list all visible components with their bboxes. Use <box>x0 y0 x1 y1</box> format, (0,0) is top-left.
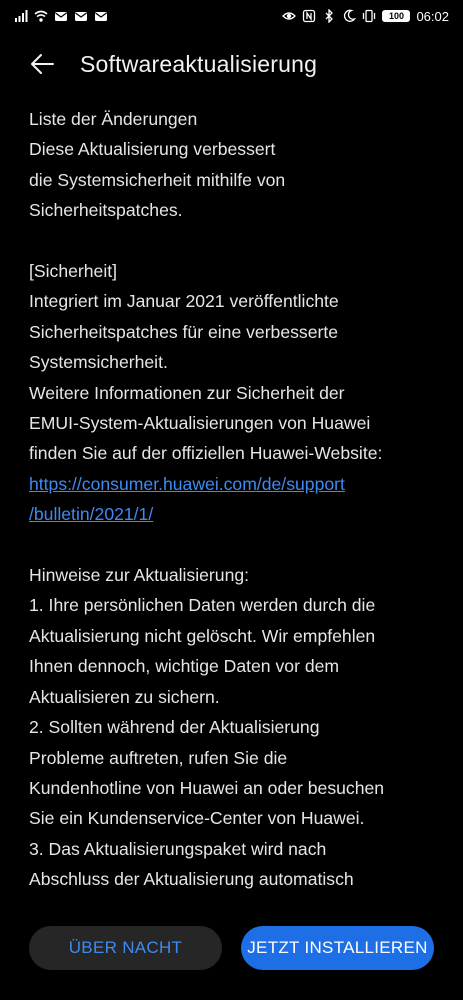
page-title: Softwareaktualisierung <box>80 50 318 77</box>
signal-icon <box>14 9 28 23</box>
intro-line: die Systemsicherheit mithilfe von <box>29 169 286 190</box>
mail-icon <box>94 9 108 23</box>
notes-line: Kundenhotline von Huawei an oder besuche… <box>29 777 385 798</box>
notes-line: 2. Sollten während der Aktualisierung <box>29 717 320 738</box>
status-bar: 100 06:02 <box>0 0 463 32</box>
back-button[interactable] <box>28 50 56 78</box>
notes-line: Aktualisieren zu sichern. <box>29 686 220 707</box>
security-line: Sicherheitspatches für eine verbesserte <box>29 321 339 342</box>
wifi-icon <box>34 9 48 23</box>
changelog-content: Liste der Änderungen Diese Aktualisierun… <box>29 104 439 895</box>
status-right-group: 100 06:02 <box>282 9 449 24</box>
notes-line: 3. Das Aktualisierungspaket wird nach <box>29 838 327 859</box>
notes-line: Probleme auftreten, rufen Sie die <box>29 747 288 768</box>
security-line: Weitere Informationen zur Sicherheit der <box>29 382 345 403</box>
intro-line: Sicherheitspatches. <box>29 200 183 221</box>
bulletin-link[interactable]: /bulletin/2021/1/ <box>29 504 153 524</box>
changes-heading: Liste der Änderungen <box>29 109 198 129</box>
action-bar: ÜBER NACHT JETZT INSTALLIEREN <box>0 926 463 972</box>
notes-line: Sie ein Kundenservice-Center von Huawei. <box>29 808 365 829</box>
notes-line: Aktualisierung nicht gelöscht. Wir empfe… <box>29 625 376 646</box>
security-line: finden Sie auf der offiziellen Huawei-We… <box>29 443 383 464</box>
intro-line: Diese Aktualisierung verbessert <box>29 139 276 160</box>
notes-line: Abschluss der Aktualisierung automatisch <box>29 869 354 890</box>
security-line: Integriert im Januar 2021 veröffentlicht… <box>29 291 339 312</box>
mail-icon <box>74 9 88 23</box>
arrow-left-icon <box>31 54 54 74</box>
battery-indicator: 100 <box>382 10 411 22</box>
app-bar: Softwareaktualisierung <box>0 40 463 88</box>
moon-icon <box>342 9 357 23</box>
bluetooth-icon <box>322 9 336 23</box>
notes-heading: Hinweise zur Aktualisierung: <box>29 565 250 586</box>
notes-line: Ihnen dennoch, wichtige Daten vor dem <box>29 656 340 677</box>
bulletin-link[interactable]: https://consumer.huawei.com/de/support <box>29 474 345 494</box>
nfc-icon <box>302 9 316 23</box>
status-time: 06:02 <box>416 8 449 24</box>
status-left-group <box>14 9 108 23</box>
notes-line: 1. Ihre persönlichen Daten werden durch … <box>29 595 376 616</box>
overnight-update-button[interactable]: ÜBER NACHT <box>29 926 222 970</box>
eye-icon <box>282 9 297 23</box>
security-line: EMUI-System-Aktualisierungen von Huawei <box>29 413 371 434</box>
install-now-button[interactable]: JETZT INSTALLIEREN <box>241 926 434 970</box>
security-heading: [Sicherheit] <box>29 261 118 282</box>
vibrate-icon <box>362 9 376 23</box>
security-line: Systemsicherheit. <box>29 352 168 373</box>
mail-icon <box>54 9 68 23</box>
